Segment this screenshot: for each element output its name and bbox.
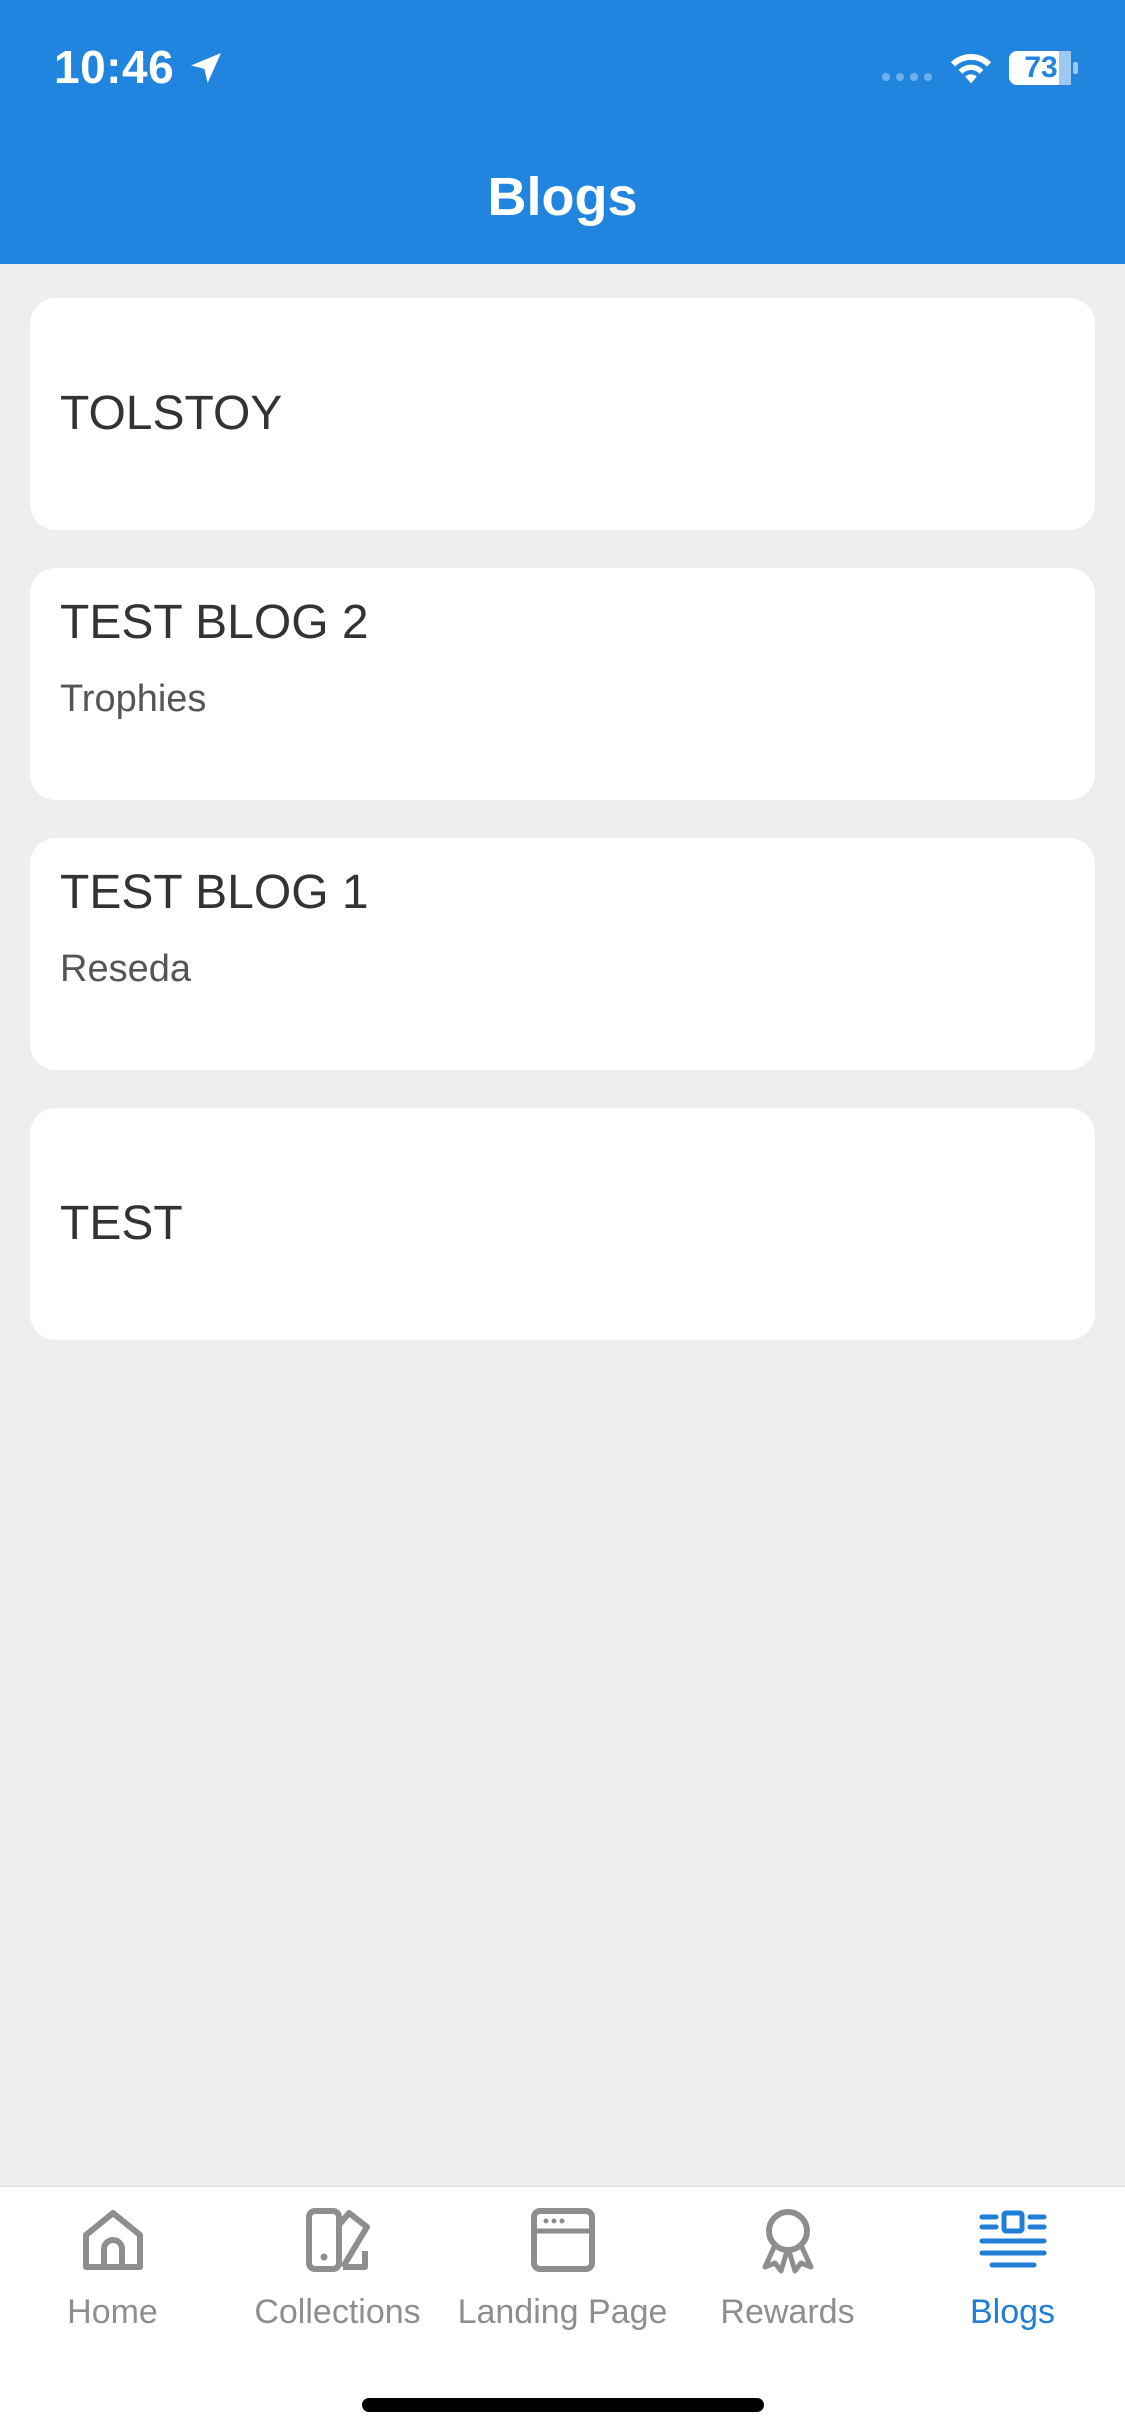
tab-home[interactable]: Home — [0, 2187, 225, 2347]
tab-blogs[interactable]: Blogs — [900, 2187, 1125, 2347]
blog-subtitle: Reseda — [60, 948, 191, 991]
blog-list: TOLSTOY TEST BLOG 2 Trophies TEST BLOG 1… — [30, 298, 1095, 1378]
tab-landing-page[interactable]: Landing Page — [450, 2187, 675, 2347]
tab-label: Rewards — [720, 2293, 855, 2331]
blog-title: TEST BLOG 2 — [60, 596, 369, 649]
blog-card-test-blog-1[interactable]: TEST BLOG 1 Reseda — [30, 838, 1095, 1070]
blog-title: TOLSTOY — [60, 386, 283, 440]
home-icon — [83, 2210, 143, 2270]
blog-subtitle: Trophies — [60, 678, 207, 721]
tab-label: Landing Page — [457, 2293, 668, 2331]
rewards-icon — [762, 2209, 814, 2274]
cellular-signal-icon — [882, 73, 932, 81]
status-bar: 10:46 73 — [0, 0, 1125, 140]
tab-label: Home — [67, 2293, 158, 2331]
tab-collections[interactable]: Collections — [225, 2187, 450, 2347]
blog-title: TEST BLOG 1 — [60, 866, 369, 919]
location-arrow-icon — [191, 53, 221, 83]
page-title: Blogs — [487, 167, 638, 227]
battery-level: 73 — [1024, 51, 1058, 84]
blogs-icon — [979, 2210, 1047, 2268]
collections-icon — [306, 2208, 370, 2272]
tab-label: Collections — [254, 2293, 421, 2331]
tab-rewards[interactable]: Rewards — [675, 2187, 900, 2347]
blog-card-test[interactable]: TEST — [30, 1108, 1095, 1340]
app-header: 10:46 73 Blogs — [0, 0, 1125, 264]
blog-title: TEST — [60, 1196, 183, 1250]
wifi-icon — [950, 54, 992, 84]
tab-label: Blogs — [969, 2293, 1056, 2331]
blog-card-tolstoy[interactable]: TOLSTOY — [30, 298, 1095, 530]
status-time: 10:46 — [54, 41, 175, 93]
home-indicator[interactable] — [362, 2398, 764, 2412]
blog-card-test-blog-2[interactable]: TEST BLOG 2 Trophies — [30, 568, 1095, 800]
landing-page-icon — [531, 2208, 595, 2272]
